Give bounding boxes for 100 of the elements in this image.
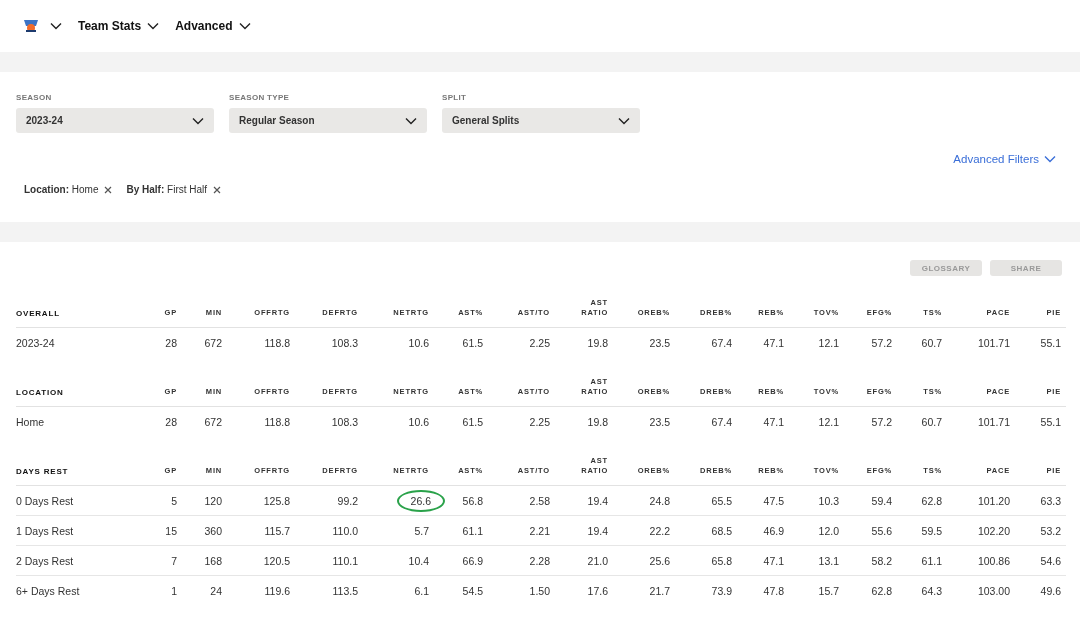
row-label: 2 Days Rest	[16, 554, 75, 567]
filter-label: SEASON TYPE	[229, 93, 291, 102]
table-cell-text: 23.5	[648, 336, 670, 349]
table-cell-text: 47.1	[762, 336, 784, 349]
table-cell-text: 73.9	[710, 584, 732, 597]
table-cell-text: 19.8	[586, 415, 608, 428]
table-cell-text: 22.2	[648, 524, 670, 537]
table-cell-text: 68.5	[710, 524, 732, 537]
table-cell-text: 60.7	[920, 336, 942, 349]
table-cell-text: 55.1	[1039, 415, 1061, 428]
table-cell-text: 62.8	[870, 584, 892, 597]
table-cell-text: 24.8	[648, 494, 670, 507]
table-cell-text: 99.2	[336, 494, 358, 507]
table-cell-text: 21.0	[586, 554, 608, 567]
table-cell-text: 101.71	[976, 415, 1010, 428]
table-cell-text: 12.0	[817, 524, 839, 537]
table-cell-text: 47.8	[762, 584, 784, 597]
table-cell-text: 25.6	[648, 554, 670, 567]
row-label: 0 Days Rest	[16, 494, 75, 507]
table-cell-text: 13.1	[817, 554, 839, 567]
table-cell-text: 54.6	[1039, 554, 1061, 567]
table-cell-text: 61.1	[461, 524, 483, 537]
nav-dropdown[interactable]: Team Stats	[78, 19, 166, 33]
table-cell-text: 58.2	[870, 554, 892, 567]
table-cell-text: 65.5	[710, 494, 732, 507]
filter-select[interactable]: 2023-24	[16, 108, 214, 133]
table-cell-text: 56.8	[461, 494, 483, 507]
table-cell-text: 5.7	[413, 524, 429, 537]
table-cell-text: 19.4	[586, 524, 608, 537]
table-cell-text: 61.5	[461, 336, 483, 349]
chevron-down-icon	[1044, 155, 1056, 163]
row-label: 1 Days Rest	[16, 524, 75, 537]
filter-label: SEASON	[16, 93, 53, 102]
filter-chip-label: By Half: First Half	[126, 184, 208, 195]
table-cell-text: 54.5	[461, 584, 483, 597]
table-cell-text: 113.5	[331, 584, 358, 597]
chevron-down-icon	[50, 22, 62, 30]
close-icon[interactable]	[213, 185, 222, 194]
table-cell-text: 1	[170, 584, 177, 597]
table-cell-text: 120	[203, 494, 222, 507]
table-cell-text: 15.7	[817, 584, 839, 597]
advanced-filters-link[interactable]: Advanced Filters	[947, 152, 1062, 166]
table-cell-text: 672	[203, 415, 222, 428]
table-cell-text: 108.3	[330, 336, 358, 349]
circled-cell: 26.6	[396, 489, 445, 512]
table-cell-text: 101.71	[976, 336, 1010, 349]
row-label: Home	[16, 415, 45, 428]
table-cell-text: 49.6	[1039, 584, 1061, 597]
table-cell-text: 2.58	[528, 494, 550, 507]
table-cell-text: 23.5	[648, 415, 670, 428]
chevron-down-icon	[618, 116, 630, 125]
chevron-down-icon	[192, 116, 204, 125]
table-cell-text: 12.1	[817, 415, 839, 428]
table-cell-text: 108.3	[330, 415, 358, 428]
table-cell-text: 118.8	[263, 336, 290, 349]
table-cell-text: 2.25	[528, 415, 550, 428]
table-cell-text: 57.2	[870, 336, 892, 349]
table-cell-text: 66.9	[461, 554, 483, 567]
table-cell-text: 115.7	[263, 524, 290, 537]
table-cell-text: 119.6	[263, 584, 290, 597]
chevron-down-icon	[238, 22, 251, 30]
table-cell-text: 1.50	[528, 584, 550, 597]
filter-select[interactable]: General Splits	[442, 108, 640, 133]
table-cell-text: 19.8	[586, 336, 608, 349]
team-logo-icon[interactable]	[22, 18, 40, 34]
table-cell-text: 10.6	[407, 336, 429, 349]
filter-label: SPLIT	[442, 93, 468, 102]
table-cell-text: 55.6	[870, 524, 892, 537]
table-cell-text: 103.00	[976, 584, 1010, 597]
table-cell-text: 53.2	[1039, 524, 1061, 537]
filter-select[interactable]: Regular Season	[229, 108, 427, 133]
table-cell-text: 10.6	[407, 415, 429, 428]
table-cell-text: 59.4	[870, 494, 892, 507]
table-cell-text: 65.8	[710, 554, 732, 567]
table-cell-text: 17.6	[586, 584, 608, 597]
table-cell-text: 7	[170, 554, 177, 567]
table-cell-text: 168	[203, 554, 222, 567]
table-cell-text: 47.1	[762, 415, 784, 428]
table-cell-text: 118.8	[263, 415, 290, 428]
table-cell-text: 100.86	[976, 554, 1010, 567]
section-heading: OVERALL	[16, 309, 60, 318]
table-cell-text: 15	[164, 524, 177, 537]
table-cell-text: 12.1	[817, 336, 839, 349]
table-cell-text: 57.2	[870, 415, 892, 428]
chevron-down-icon	[147, 22, 160, 30]
nav-dropdown[interactable]: Advanced	[175, 19, 257, 33]
close-icon[interactable]	[104, 185, 113, 194]
table-cell-text: 63.3	[1039, 494, 1061, 507]
chevron-down-icon	[405, 116, 417, 125]
table-cell-text: 2.21	[528, 524, 550, 537]
table-cell-text: 360	[203, 524, 222, 537]
table-cell-text: 672	[203, 336, 222, 349]
table-cell-text: 125.8	[262, 494, 290, 507]
table-cell-text: 55.1	[1039, 336, 1061, 349]
table-cell-text: 47.1	[762, 554, 784, 567]
table-cell-text: 2.28	[528, 554, 550, 567]
table-cell-text: 59.5	[920, 524, 942, 537]
table-cell-text: 67.4	[710, 415, 732, 428]
section-heading: DAYS REST	[16, 467, 69, 476]
table-cell-text: 28	[164, 336, 177, 349]
